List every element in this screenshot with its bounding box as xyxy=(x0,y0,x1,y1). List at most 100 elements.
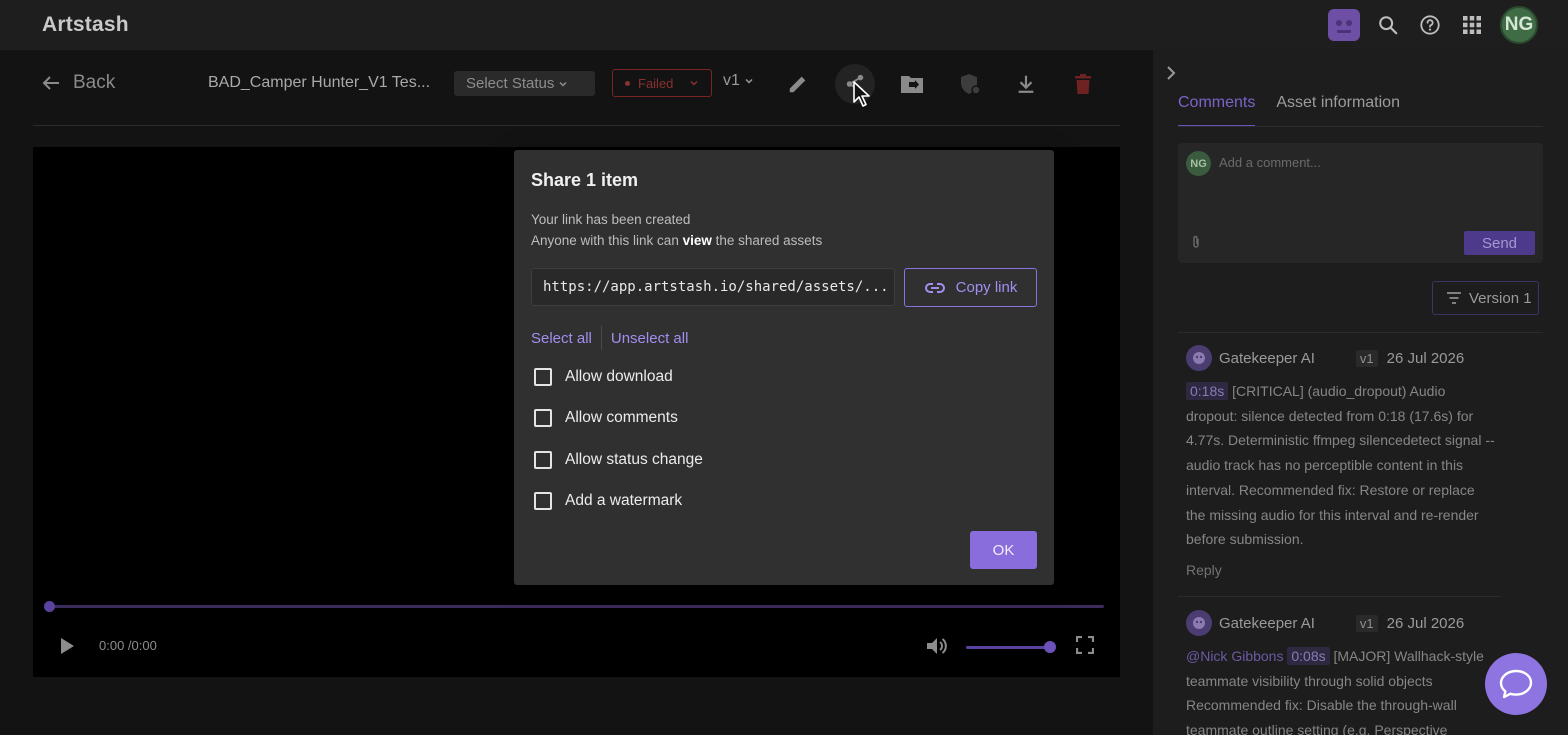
help-icon[interactable] xyxy=(1416,11,1444,39)
copy-link-label: Copy link xyxy=(955,279,1018,296)
select-all-link[interactable]: Select all xyxy=(531,330,592,347)
monster-avatar-icon[interactable] xyxy=(1328,9,1360,41)
comment-composer[interactable]: NG Add a comment... Send xyxy=(1178,143,1543,263)
comment-version-badge: v1 xyxy=(1355,614,1378,632)
pencil-icon[interactable] xyxy=(782,68,814,100)
comment-version-badge: v1 xyxy=(1355,349,1378,367)
search-icon[interactable] xyxy=(1374,11,1402,39)
allow-comments-checkbox[interactable] xyxy=(534,409,552,427)
comment-item: Gatekeeper AI v1 26 Jul 2026 @Nick Gibbo… xyxy=(1186,610,1496,735)
comment-text: [CRITICAL] (audio_dropout) Audio dropout… xyxy=(1186,383,1495,548)
download-icon[interactable] xyxy=(1010,68,1042,100)
chat-button[interactable] xyxy=(1485,653,1547,715)
comments-panel: Comments Asset information NG Add a comm… xyxy=(1153,50,1568,735)
failed-status-badge[interactable]: Failed xyxy=(612,69,712,97)
chat-icon xyxy=(1499,669,1533,699)
mouse-cursor-icon xyxy=(852,80,872,113)
add-watermark-checkbox[interactable] xyxy=(534,492,552,510)
top-bar-actions: NG xyxy=(1328,6,1538,44)
allow-status-change-checkbox[interactable] xyxy=(534,451,552,469)
chevron-down-icon xyxy=(690,80,698,86)
version-select[interactable]: v1 xyxy=(723,72,754,90)
failed-label: Failed xyxy=(638,75,674,91)
chevron-right-icon[interactable] xyxy=(1164,64,1178,87)
video-time: 0:00 /0:00 xyxy=(99,638,157,653)
comment-body: 0:18s [CRITICAL] (audio_dropout) Audio d… xyxy=(1186,379,1496,552)
volume-handle[interactable] xyxy=(1044,641,1056,653)
play-icon[interactable] xyxy=(59,637,75,660)
comment-header: Gatekeeper AI v1 26 Jul 2026 xyxy=(1186,610,1496,636)
trash-icon[interactable] xyxy=(1067,68,1099,100)
allow-download-option[interactable]: Allow download xyxy=(534,368,673,386)
tab-divider xyxy=(1178,126,1543,127)
comment-item: Gatekeeper AI v1 26 Jul 2026 0:18s [CRIT… xyxy=(1186,345,1496,578)
arrow-left-icon xyxy=(42,76,59,90)
chevron-down-icon xyxy=(559,81,567,87)
comment-mention[interactable]: @Nick Gibbons xyxy=(1186,648,1283,664)
permission-prefix: Anyone with this link can xyxy=(531,233,683,248)
tab-asset-information[interactable]: Asset information xyxy=(1276,94,1400,127)
version-filter-button[interactable]: Version 1 xyxy=(1432,281,1539,315)
video-progress-bar[interactable] xyxy=(44,601,1104,612)
option-label: Allow download xyxy=(565,368,673,385)
comment-input[interactable]: Add a comment... xyxy=(1219,155,1321,170)
paperclip-icon[interactable] xyxy=(1191,235,1201,254)
user-avatar[interactable]: NG xyxy=(1500,6,1538,44)
back-button[interactable]: Back xyxy=(41,72,115,94)
failed-dot-icon xyxy=(625,80,630,86)
permission-level: view xyxy=(682,233,712,248)
comment-divider xyxy=(1178,596,1501,597)
allow-download-checkbox[interactable] xyxy=(534,368,552,386)
comment-header: Gatekeeper AI v1 26 Jul 2026 xyxy=(1186,345,1496,371)
asset-name: BAD_Camper Hunter_V1 Tes... xyxy=(208,74,431,91)
panel-tabs: Comments Asset information xyxy=(1178,94,1400,127)
unselect-all-link[interactable]: Unselect all xyxy=(611,330,689,347)
comment-body: @Nick Gibbons 0:08s [MAJOR] Wallhack-sty… xyxy=(1186,644,1496,735)
share-link-field[interactable]: https://app.artstash.io/shared/assets/..… xyxy=(531,268,895,306)
status-select-label: Select Status xyxy=(466,75,555,92)
bot-avatar-icon xyxy=(1186,610,1212,636)
link-icon xyxy=(924,282,945,293)
comment-timestamp[interactable]: 0:18s xyxy=(1186,382,1229,400)
shield-add-icon[interactable] xyxy=(954,68,986,100)
comment-timestamp[interactable]: 0:08s xyxy=(1287,647,1330,665)
progress-handle[interactable] xyxy=(44,601,55,612)
chevron-down-icon xyxy=(745,78,753,84)
copy-link-button[interactable]: Copy link xyxy=(904,268,1037,307)
volume-icon[interactable] xyxy=(926,636,948,661)
asset-toolbar: Back BAD_Camper Hunter_V1 Tes... Select … xyxy=(33,50,1120,126)
version-select-label: v1 xyxy=(723,72,740,89)
reply-link[interactable]: Reply xyxy=(1186,562,1496,578)
permission-suffix: the shared assets xyxy=(711,233,823,248)
app-title[interactable]: Artstash xyxy=(42,13,129,37)
volume-slider[interactable] xyxy=(966,646,1050,649)
folder-move-icon[interactable] xyxy=(896,68,928,100)
comment-author: Gatekeeper AI xyxy=(1219,349,1315,367)
top-bar: Artstash NG xyxy=(0,0,1568,50)
ok-button[interactable]: OK xyxy=(970,531,1037,569)
tab-comments[interactable]: Comments xyxy=(1178,94,1256,127)
link-created-text: Your link has been created xyxy=(531,212,691,227)
back-label: Back xyxy=(73,72,116,93)
divider xyxy=(600,326,602,350)
version-filter-label: Version 1 xyxy=(1469,289,1532,307)
status-select[interactable]: Select Status xyxy=(454,71,595,96)
allow-status-change-option[interactable]: Allow status change xyxy=(534,451,703,469)
option-label: Allow status change xyxy=(565,451,703,468)
selection-controls: Select all Unselect all xyxy=(531,326,688,350)
comment-author: Gatekeeper AI xyxy=(1219,614,1315,632)
option-label: Allow comments xyxy=(565,409,678,426)
option-label: Add a watermark xyxy=(565,492,683,509)
fullscreen-icon[interactable] xyxy=(1075,635,1095,659)
link-permission-text: Anyone with this link can view the share… xyxy=(531,233,822,248)
send-button[interactable]: Send xyxy=(1464,231,1535,255)
comment-date: 26 Jul 2026 xyxy=(1386,349,1465,367)
allow-comments-option[interactable]: Allow comments xyxy=(534,409,678,427)
bot-avatar-icon xyxy=(1186,345,1212,371)
comment-date: 26 Jul 2026 xyxy=(1386,614,1465,632)
dialog-title: Share 1 item xyxy=(531,170,639,190)
share-dialog: Share 1 item Your link has been created … xyxy=(514,150,1054,585)
apps-grid-icon[interactable] xyxy=(1458,11,1486,39)
avatar: NG xyxy=(1186,151,1211,176)
add-watermark-option[interactable]: Add a watermark xyxy=(534,492,682,510)
